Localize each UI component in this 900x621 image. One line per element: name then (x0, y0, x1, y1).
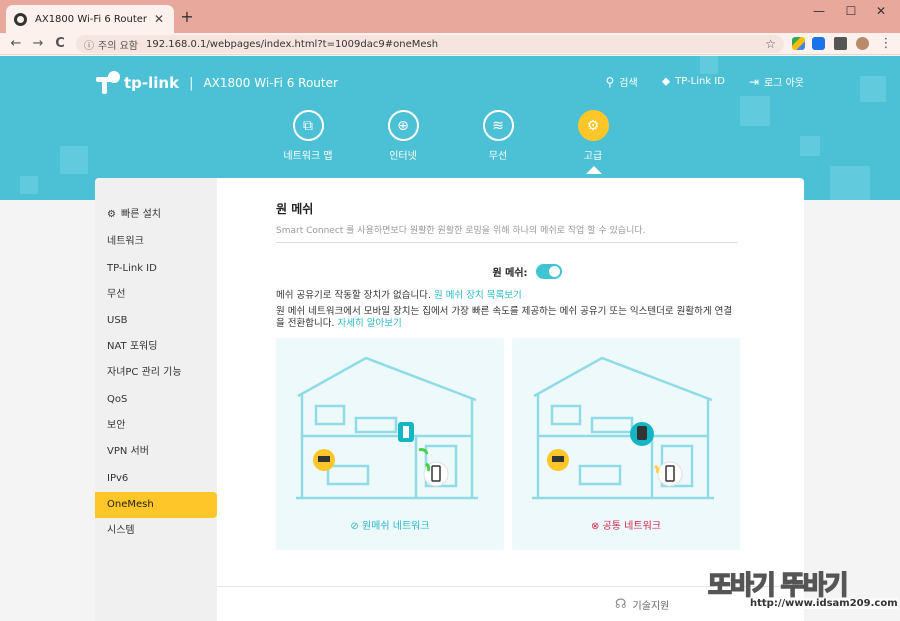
minimize-button[interactable]: — (804, 4, 834, 18)
watermark-url: http://www.idsam209.com (750, 598, 898, 609)
section-description: Smart Connect 를 사용하면보다 원활한 원활한 로밍을 위해 하나… (276, 223, 738, 243)
header-links: ⚲ 검색 ⬥ TP-Link ID ⇥ 로그 아웃 (606, 74, 805, 89)
tplink-id-icon: ⬥ (661, 74, 671, 88)
onemesh-toggle-row: 원 메쉬: (276, 264, 738, 279)
sidebar-item-system[interactable]: 시스템 (95, 518, 217, 544)
sidebar-item-network[interactable]: 네트워크 (95, 229, 217, 255)
profile-avatar[interactable] (856, 37, 869, 50)
close-window-button[interactable]: ✕ (866, 4, 896, 18)
address-bar[interactable]: ⓘ 주의 요함 192.168.0.1/webpages/index.html?… (76, 35, 784, 53)
globe-icon: ⊕ (387, 110, 419, 141)
reload-button[interactable]: C (52, 35, 68, 53)
network-map-icon: ⧉ (292, 110, 324, 141)
sidebar-item-label: 빠른 설치 (121, 209, 161, 220)
house-illustration-onemesh (296, 356, 478, 500)
onemesh-toggle-switch[interactable] (535, 264, 562, 279)
sidebar-item-quick-setup[interactable]: ⚙ 빠른 설치 (95, 202, 217, 228)
nav-label: 인터넷 (389, 151, 417, 162)
bookmark-star-icon[interactable]: ☆ (765, 37, 776, 51)
sidebar-item-onemesh[interactable]: OneMesh (95, 492, 217, 518)
nav-label: 고급 (583, 151, 603, 162)
globe-favicon-icon (14, 12, 27, 26)
sidebar-item-qos[interactable]: QoS (95, 387, 217, 413)
drive-extension-icon[interactable] (792, 37, 805, 50)
new-tab-button[interactable]: + (178, 8, 196, 26)
no-devices-text: 메쉬 공유기로 작동할 장치가 없습니다. 원 메쉬 장치 목록보기 (276, 287, 522, 301)
maximize-button[interactable]: ☐ (836, 4, 866, 18)
sidebar-item-parental-controls[interactable]: 자녀PC 관리 기능 (95, 360, 217, 386)
tplink-logo[interactable]: tp-link | AX1800 Wi-Fi 6 Router (96, 71, 338, 95)
nav-network-map[interactable]: ⧉ 네트워크 맵 (268, 110, 348, 162)
model-name: AX1800 Wi-Fi 6 Router (203, 76, 338, 90)
tplink-logo-icon (96, 71, 120, 95)
tplink-id-label: TP-Link ID (675, 76, 725, 87)
sidebar-item-security[interactable]: 보안 (95, 413, 217, 439)
settings-card: ⚙ 빠른 설치 네트워크 TP-Link ID 무선 USB NAT 포워딩 자녀… (95, 178, 804, 621)
gear-icon: ⚙ (107, 209, 116, 220)
error-circle-icon: ⊗ (591, 521, 600, 532)
url-text[interactable]: 192.168.0.1/webpages/index.html?t=1009da… (146, 39, 765, 50)
active-nav-caret (586, 166, 602, 174)
wifi-icon: ≋ (482, 110, 514, 141)
logo-separator: | (189, 75, 194, 91)
nav-label: 무선 (488, 151, 508, 162)
brand-name: tp-link (124, 74, 180, 92)
support-label: 기술지원 (632, 601, 670, 612)
sidebar-item-tplink-id[interactable]: TP-Link ID (95, 256, 217, 282)
no-devices-message: 메쉬 공유기로 작동할 장치가 없습니다. (276, 290, 434, 301)
common-network-caption: ⊗ 공통 네트워크 (512, 517, 740, 532)
nav-label: 네트워크 맵 (283, 151, 333, 162)
search-label: 검색 (619, 78, 638, 89)
search-link[interactable]: ⚲ 검색 (605, 74, 638, 90)
watermark-text: 또바기 뚜바기 (707, 570, 849, 602)
learn-more-link[interactable]: 자세히 알아보기 (338, 318, 402, 329)
tab-close-icon[interactable]: ✕ (152, 12, 166, 26)
security-label: 주의 요함 (98, 40, 138, 52)
browser-tab[interactable]: AX1800 Wi-Fi 6 Router ✕ (6, 5, 174, 33)
onemesh-network-illustration: ⊘ 원메쉬 네트워크 (276, 338, 504, 550)
logout-link[interactable]: ⇥ 로그 아웃 (748, 74, 804, 90)
tplink-id-link[interactable]: ⬥ TP-Link ID (662, 74, 725, 89)
watermark: 또바기 뚜바기 http://www.idsam209.com (707, 565, 898, 615)
sidebar-item-nat-forwarding[interactable]: NAT 포워딩 (95, 334, 217, 360)
house-illustration-common (532, 356, 714, 500)
logout-icon: ⇥ (748, 74, 760, 89)
sidebar-item-wireless[interactable]: 무선 (95, 282, 217, 308)
onemesh-caption-label: 원메쉬 네트워크 (361, 521, 430, 532)
nav-internet[interactable]: ⊕ 인터넷 (363, 110, 443, 162)
forward-button[interactable]: → (30, 35, 46, 53)
gear-icon: ⚙ (577, 110, 609, 141)
onemesh-toggle-label: 원 메쉬: (492, 268, 528, 279)
check-circle-icon: ⊘ (350, 521, 359, 532)
tasks-extension-icon[interactable] (812, 37, 825, 50)
onemesh-content: 원 메쉬 Smart Connect 를 사용하면보다 원활한 원활한 로밍을 … (217, 178, 804, 621)
headset-icon: ☊ (615, 597, 627, 612)
section-title: 원 메쉬 (276, 202, 314, 216)
info-text: 원 메쉬 네트워크에서 모바일 장치는 집에서 가장 빠른 속도를 제공하는 메… (276, 306, 738, 330)
nav-wireless[interactable]: ≋ 무선 (458, 110, 538, 162)
common-network-illustration: ⊗ 공통 네트워크 (512, 338, 740, 550)
device-list-link[interactable]: 원 메쉬 장치 목록보기 (434, 290, 522, 301)
search-icon: ⚲ (605, 74, 615, 89)
sidebar-item-vpn-server[interactable]: VPN 서버 (95, 439, 217, 465)
common-caption-label: 공통 네트워크 (602, 521, 661, 532)
browser-tabstrip: AX1800 Wi-Fi 6 Router ✕ + — ☐ ✕ (0, 0, 900, 33)
onemesh-caption: ⊘ 원메쉬 네트워크 (276, 517, 504, 532)
toggle-knob (548, 266, 560, 277)
browser-toolbar: ← → C ⓘ 주의 요함 192.168.0.1/webpages/index… (0, 33, 900, 55)
sidebar: ⚙ 빠른 설치 네트워크 TP-Link ID 무선 USB NAT 포워딩 자녀… (95, 178, 217, 621)
info-icon[interactable]: ⓘ (84, 37, 94, 52)
puzzle-extension-icon[interactable] (834, 37, 847, 50)
nav-advanced[interactable]: ⚙ 고급 (553, 110, 633, 162)
sidebar-item-ipv6[interactable]: IPv6 (95, 466, 217, 492)
sidebar-item-usb[interactable]: USB (95, 308, 217, 334)
tab-title: AX1800 Wi-Fi 6 Router (35, 13, 148, 25)
menu-kebab-icon[interactable]: ⋮ (878, 35, 894, 53)
back-button[interactable]: ← (8, 35, 24, 53)
support-link[interactable]: ☊ 기술지원 (615, 597, 669, 612)
logout-label: 로그 아웃 (764, 78, 804, 89)
main-nav: ⧉ 네트워크 맵 ⊕ 인터넷 ≋ 무선 ⚙ 고급 (0, 110, 900, 170)
